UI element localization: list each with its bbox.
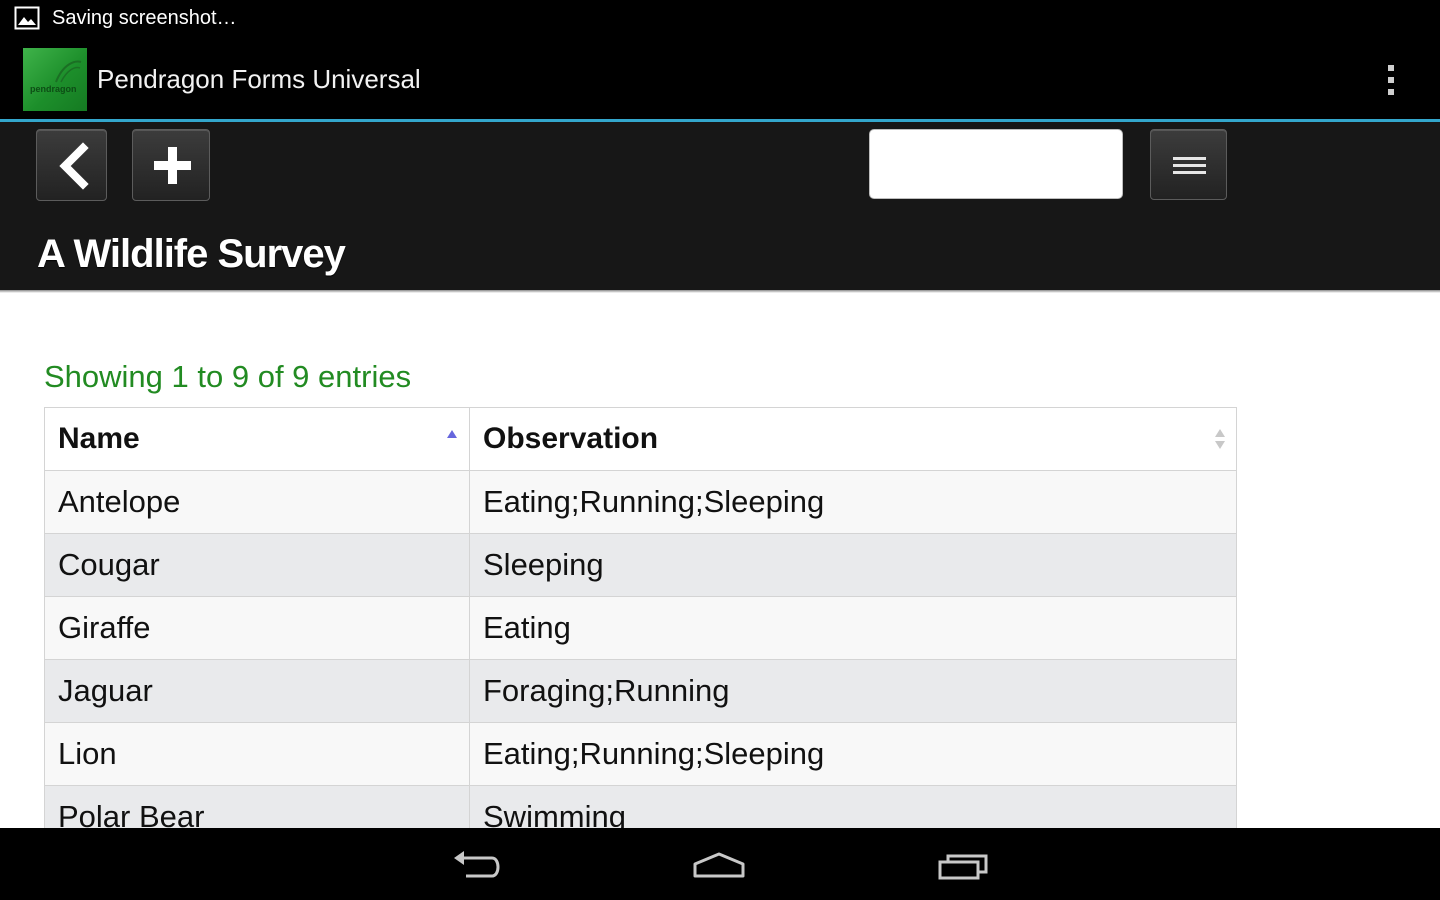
chevron-left-icon: [59, 142, 89, 190]
cell-name: Polar Bear: [44, 785, 470, 828]
cell-observation: Eating: [469, 596, 1237, 660]
cell-observation: Swimming: [469, 785, 1237, 828]
cell-name: Cougar: [44, 533, 470, 597]
table-row[interactable]: Cougar Sleeping: [44, 533, 1237, 597]
page-title: A Wildlife Survey: [37, 232, 346, 276]
back-arrow-icon[interactable]: [448, 848, 506, 884]
column-header-label: Name: [58, 422, 140, 455]
cell-name: Giraffe: [44, 596, 470, 660]
app-logo[interactable]: pendragon: [23, 48, 87, 111]
back-button[interactable]: [36, 129, 107, 201]
cell-observation: Sleeping: [469, 533, 1237, 597]
table-header-row: Name Observation: [44, 407, 1237, 471]
cell-observation: Foraging;Running: [469, 659, 1237, 723]
table-row[interactable]: Antelope Eating;Running;Sleeping: [44, 470, 1237, 534]
sort-ascending-icon: [447, 430, 457, 438]
home-icon[interactable]: [690, 848, 748, 882]
column-header-observation[interactable]: Observation: [469, 407, 1237, 471]
table-info: Showing 1 to 9 of 9 entries: [44, 359, 412, 394]
navigation-bar: [0, 828, 1440, 900]
logo-swirl-icon: [55, 60, 82, 83]
cell-name: Jaguar: [44, 659, 470, 723]
status-notification-text: Saving screenshot…: [52, 7, 237, 29]
app-title: Pendragon Forms Universal: [97, 64, 421, 94]
column-header-name[interactable]: Name: [44, 407, 470, 471]
cell-observation: Eating;Running;Sleeping: [469, 470, 1237, 534]
cell-observation: Eating;Running;Sleeping: [469, 722, 1237, 786]
page-header: A Wildlife Survey: [0, 122, 1440, 290]
add-record-button[interactable]: [132, 129, 210, 201]
action-bar: pendragon Pendragon Forms Universal: [0, 38, 1440, 119]
plus-icon: [154, 147, 191, 184]
table-row[interactable]: Lion Eating;Running;Sleeping: [44, 722, 1237, 786]
cell-name: Lion: [44, 722, 470, 786]
search-input[interactable]: [869, 129, 1123, 199]
status-bar: Saving screenshot…: [0, 0, 1440, 38]
table-row[interactable]: Jaguar Foraging;Running: [44, 659, 1237, 723]
hamburger-icon: [1173, 157, 1206, 174]
sort-both-icon: [1215, 429, 1225, 449]
data-table: Name Observation Antelope Eating;Running: [44, 407, 1237, 828]
cell-name: Antelope: [44, 470, 470, 534]
content-area[interactable]: Showing 1 to 9 of 9 entries Name Observa…: [0, 293, 1440, 828]
column-header-label: Observation: [483, 422, 659, 455]
logo-text: pendragon: [30, 84, 77, 94]
table-row[interactable]: Giraffe Eating: [44, 596, 1237, 660]
more-vert-icon[interactable]: [1378, 62, 1406, 98]
recent-apps-icon[interactable]: [936, 850, 994, 884]
menu-button[interactable]: [1150, 129, 1227, 200]
table-row[interactable]: Polar Bear Swimming: [44, 785, 1237, 828]
image-icon: [14, 6, 40, 30]
